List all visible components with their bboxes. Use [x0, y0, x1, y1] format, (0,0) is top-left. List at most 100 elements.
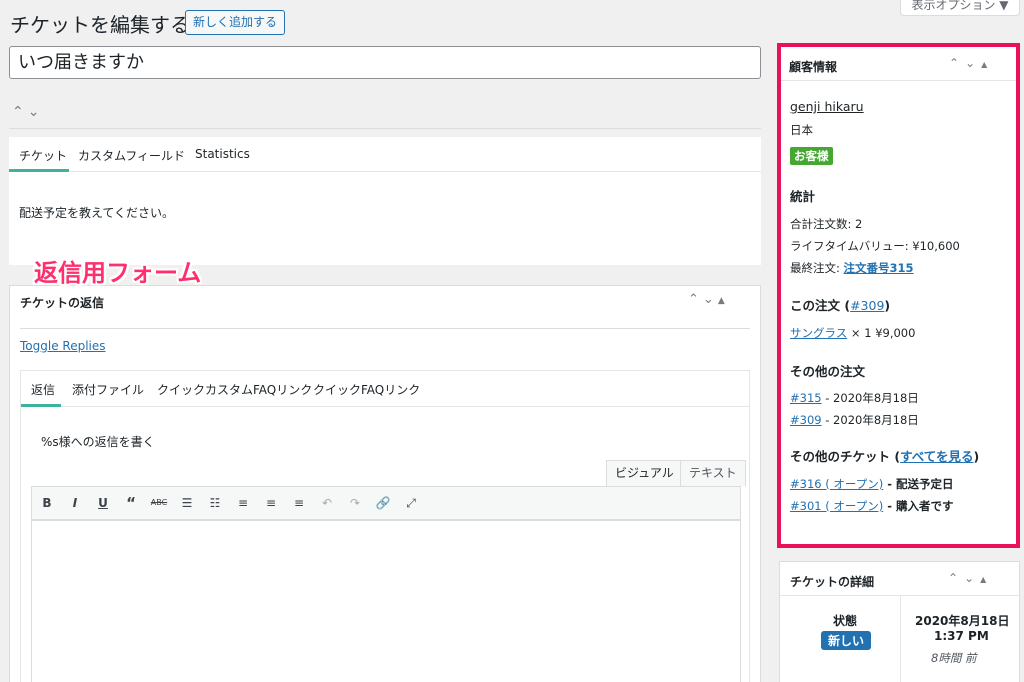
reply-form-annotation: 返信用フォーム: [34, 259, 202, 287]
collapse-triangle-icon[interactable]: ▲: [981, 60, 993, 69]
status-badge: 新しい: [821, 631, 872, 650]
active-tab-indicator: [9, 169, 69, 172]
collapse-triangle-icon[interactable]: ▲: [980, 575, 992, 584]
chevron-up-icon[interactable]: ⌃: [949, 56, 965, 70]
order-item-detail: × 1 ¥9,000: [847, 326, 916, 340]
customer-info-header: 顧客情報 ⌃⌄▲: [781, 47, 1016, 81]
add-new-button[interactable]: 新しく追加する: [185, 10, 286, 35]
ticket-title-input[interactable]: いつ届きますか: [9, 46, 761, 79]
ticket-age: 8時間 前: [931, 651, 977, 665]
link-icon[interactable]: 🔗: [374, 494, 392, 512]
this-order-close: ): [884, 298, 891, 313]
strikethrough-icon[interactable]: ABC: [150, 494, 168, 512]
order-item-link[interactable]: サングラス: [790, 326, 847, 340]
customer-info-box: 顧客情報 ⌃⌄▲ genji hikaru 日本 お客様 統計 合計注文数: 2…: [777, 43, 1020, 548]
ticket-tabs: チケット カスタムフィールド Statistics: [9, 137, 761, 172]
redo-icon[interactable]: ↷: [346, 494, 364, 512]
other-ticket-subject: - 配送予定日: [883, 477, 954, 491]
list-item: #315 - 2020年8月18日: [790, 390, 919, 406]
reply-box-title: チケットの返信: [20, 296, 105, 310]
other-tickets-heading: その他のチケット (すべてを見る): [790, 446, 979, 465]
tab-custom-fields[interactable]: カスタムフィールド: [78, 147, 185, 164]
last-order-label: 最終注文:: [790, 261, 844, 275]
reply-panel: 返信 添付ファイル クイックカスタムFAQリンク クイックFAQリンク %s様へ…: [20, 370, 750, 682]
order-item: サングラス × 1 ¥9,000: [790, 325, 915, 341]
reply-editor[interactable]: [31, 520, 741, 682]
customer-country: 日本: [790, 123, 813, 137]
underline-icon[interactable]: U: [94, 494, 112, 512]
chevron-up-icon[interactable]: ⌃: [688, 292, 703, 307]
page-title: チケットを編集する: [10, 13, 190, 37]
chevron-up-icon[interactable]: ⌃: [12, 104, 28, 120]
bullet-list-icon[interactable]: ☰: [178, 494, 196, 512]
fullscreen-icon[interactable]: ⤢: [402, 494, 420, 512]
collapse-triangle-icon[interactable]: ▲: [718, 296, 729, 306]
align-right-icon[interactable]: ≡: [290, 494, 308, 512]
other-ticket-link[interactable]: #316 ( オープン): [790, 477, 883, 491]
box-controls[interactable]: ⌃⌄▲: [948, 571, 992, 585]
chevron-down-icon[interactable]: ⌄: [964, 571, 980, 585]
last-order-link[interactable]: 注文番号315: [844, 261, 914, 275]
blockquote-icon[interactable]: “: [122, 494, 140, 512]
toggle-replies-link[interactable]: Toggle Replies: [20, 339, 106, 353]
undo-icon[interactable]: ↶: [318, 494, 336, 512]
reply-tabs: 返信 添付ファイル クイックカスタムFAQリンク クイックFAQリンク: [21, 371, 749, 407]
lifetime-value: ライフタイムバリュー: ¥10,600: [790, 239, 960, 253]
other-order-date: - 2020年8月18日: [821, 413, 919, 427]
tab-visual-editor[interactable]: ビジュアル: [606, 460, 683, 486]
other-order-link[interactable]: #315: [790, 391, 822, 405]
other-orders-heading: その他の注文: [790, 364, 866, 379]
reply-box-header: チケットの返信 ⌃⌄▲: [10, 286, 760, 318]
ticket-details-box: チケットの詳細 ⌃⌄▲ 状態 新しい 2020年8月18日 1:37 PM 8時…: [779, 561, 1020, 682]
ticket-body: 配送予定を教えてください。: [19, 206, 175, 220]
ticket-details-header: チケットの詳細 ⌃⌄▲: [780, 562, 1019, 596]
tab-text-editor[interactable]: テキスト: [680, 460, 746, 486]
tab-attachments[interactable]: 添付ファイル: [72, 381, 144, 398]
bold-icon[interactable]: B: [38, 494, 56, 512]
other-ticket-subject: - 購入者です: [883, 499, 954, 513]
divider: [20, 328, 750, 329]
list-item: #316 ( オープン) - 配送予定日: [790, 476, 953, 492]
see-all-link[interactable]: すべてを見る: [900, 449, 973, 464]
write-reply-label: %s様への返信を書く: [41, 435, 155, 449]
chevron-down-icon[interactable]: ⌄: [965, 56, 981, 70]
customer-info-title: 顧客情報: [789, 60, 838, 74]
this-order-heading: この注文 (#309): [790, 295, 890, 314]
other-tickets-label: その他のチケット (: [790, 449, 901, 464]
customer-name-link[interactable]: genji hikaru: [790, 99, 864, 114]
status-label: 状態: [833, 614, 858, 628]
align-center-icon[interactable]: ≡: [262, 494, 280, 512]
align-left-icon[interactable]: ≡: [234, 494, 252, 512]
last-order: 最終注文: 注文番号315: [790, 260, 914, 276]
other-tickets-close: ): [973, 449, 980, 464]
total-orders: 合計注文数: 2: [790, 217, 863, 231]
ticket-time: 1:37 PM: [934, 629, 989, 643]
box-controls[interactable]: ⌃⌄▲: [688, 292, 729, 307]
other-ticket-link[interactable]: #301 ( オープン): [790, 499, 883, 513]
list-item: #309 - 2020年8月18日: [790, 412, 919, 428]
screen-options-button[interactable]: 表示オプション ▼: [900, 0, 1020, 16]
ticket-details-title: チケットの詳細: [790, 575, 875, 589]
tab-quick-faq[interactable]: クイックFAQリンク: [313, 381, 420, 398]
chevron-up-icon[interactable]: ⌃: [948, 571, 964, 585]
tab-ticket[interactable]: チケット: [19, 147, 67, 164]
stats-heading: 統計: [790, 189, 816, 204]
box-controls[interactable]: ⌃⌄▲: [949, 56, 993, 70]
chevron-down-icon[interactable]: ⌄: [28, 104, 44, 120]
list-item: #301 ( オープン) - 購入者です: [790, 498, 953, 514]
this-order-link[interactable]: #309: [850, 298, 884, 313]
italic-icon[interactable]: I: [66, 494, 84, 512]
reply-box: チケットの返信 ⌃⌄▲ Toggle Replies 返信 添付ファイル クイッ…: [9, 285, 761, 682]
numbered-list-icon[interactable]: ☷: [206, 494, 224, 512]
tab-quick-custom-faq[interactable]: クイックカスタムFAQリンク: [157, 381, 312, 398]
panel-order-arrows[interactable]: ⌃⌄: [12, 104, 43, 120]
this-order-label: この注文 (: [790, 298, 851, 313]
divider: [9, 128, 761, 129]
tab-reply[interactable]: 返信: [31, 381, 55, 398]
chevron-down-icon[interactable]: ⌄: [703, 292, 718, 307]
other-order-date: - 2020年8月18日: [821, 391, 919, 405]
editor-toolbar: B I U “ ABC ☰ ☷ ≡ ≡ ≡ ↶ ↷ 🔗 ⤢: [31, 486, 741, 520]
other-order-link[interactable]: #309: [790, 413, 822, 427]
ticket-date: 2020年8月18日: [915, 614, 1010, 628]
tab-statistics[interactable]: Statistics: [195, 147, 250, 161]
